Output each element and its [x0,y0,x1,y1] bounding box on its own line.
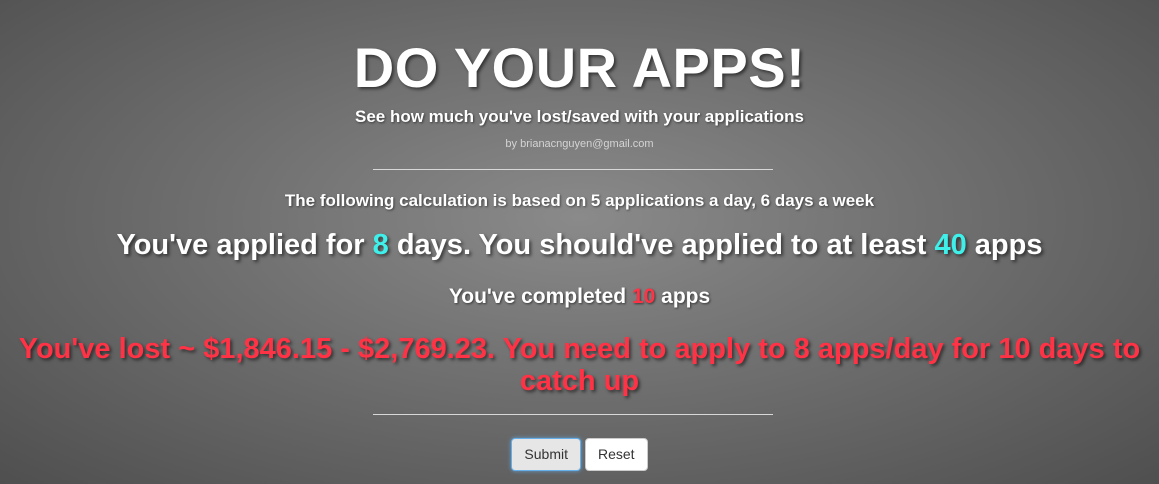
minimum-apps-value: 40 [934,229,967,261]
submit-button[interactable]: Submit [511,438,581,471]
lost-message: You've lost ~ $1,846.15 - $2,769.23. You… [18,333,1141,397]
page: DO YOUR APPS! See how much you've lost/s… [0,0,1159,484]
applied-prefix: You've applied for [116,229,373,261]
page-subtitle: See how much you've lost/saved with your… [355,107,804,126]
completed-count-value: 10 [631,285,656,308]
bottom-divider [373,414,773,415]
page-title: DO YOUR APPS! [353,36,806,99]
applied-days-value: 8 [372,229,389,261]
top-divider [373,169,773,170]
calculation-basis: The following calculation is based on 5 … [284,191,875,210]
applied-middle: days. You should've applied to at least [388,229,935,261]
applied-suffix: apps [966,229,1043,261]
completed-summary: You've completed 10 apps [0,285,1159,309]
author-credit: by brianacnguyen@gmail.com [505,138,654,150]
applied-summary: You've applied for 8 days. You should've… [0,229,1159,262]
completed-suffix: apps [655,285,711,308]
completed-prefix: You've completed [448,285,632,308]
button-group: Submit Reset [0,438,1159,471]
reset-button[interactable]: Reset [585,438,648,471]
